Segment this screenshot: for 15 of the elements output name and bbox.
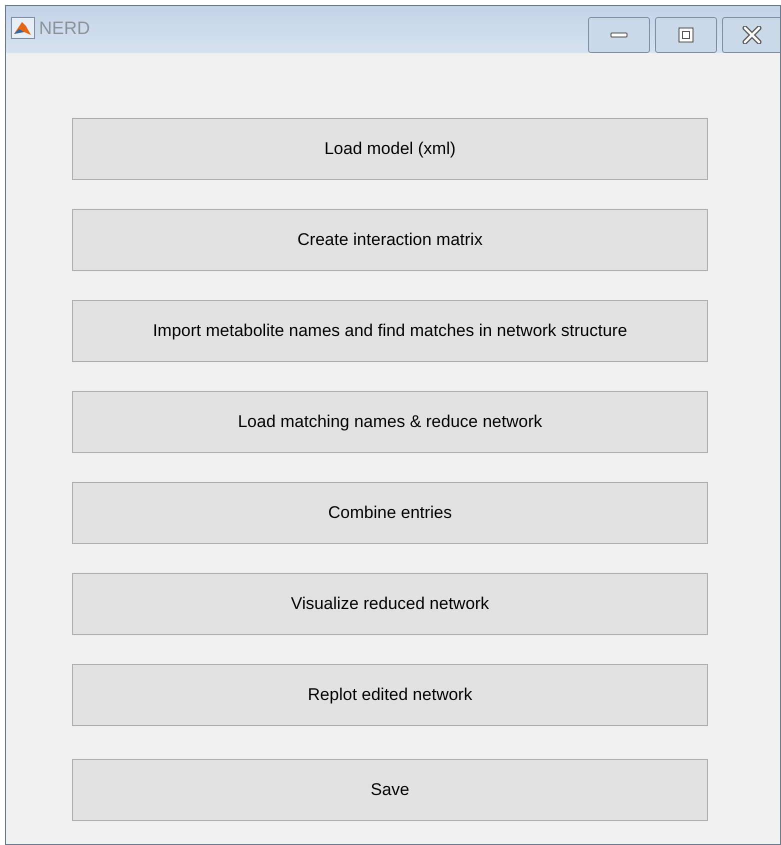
close-icon bbox=[742, 26, 762, 44]
action-button[interactable]: Save bbox=[72, 759, 708, 821]
minimize-icon bbox=[610, 32, 628, 38]
maximize-icon bbox=[678, 27, 694, 43]
close-button[interactable] bbox=[722, 17, 780, 53]
action-button[interactable]: Combine entries bbox=[72, 482, 708, 544]
action-button[interactable]: Load matching names & reduce network bbox=[72, 391, 708, 453]
action-button[interactable]: Replot edited network bbox=[72, 664, 708, 726]
action-button[interactable]: Load model (xml) bbox=[72, 118, 708, 180]
action-button[interactable]: Create interaction matrix bbox=[72, 209, 708, 271]
action-button[interactable]: Visualize reduced network bbox=[72, 573, 708, 635]
maximize-button[interactable] bbox=[655, 17, 717, 53]
action-button[interactable]: Import metabolite names and find matches in network structure bbox=[72, 300, 708, 362]
app-logo-icon bbox=[11, 17, 35, 39]
window-title: NERD bbox=[39, 17, 90, 40]
